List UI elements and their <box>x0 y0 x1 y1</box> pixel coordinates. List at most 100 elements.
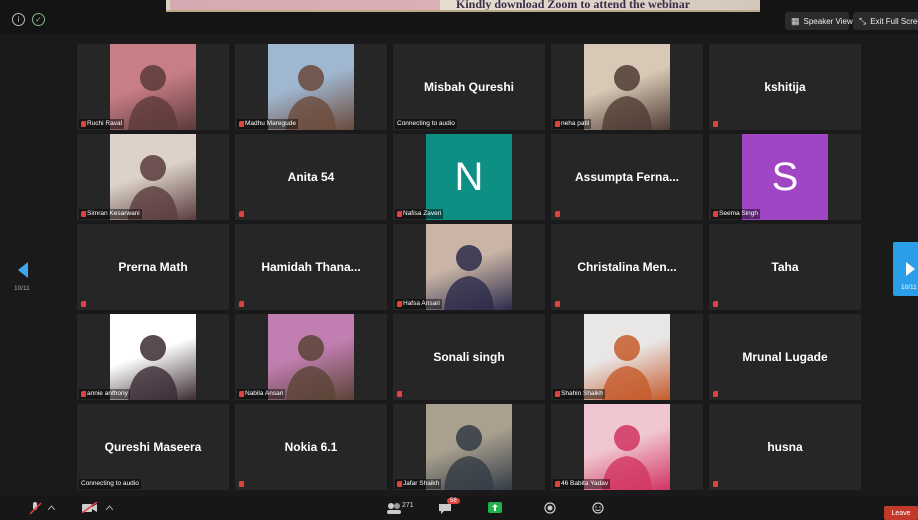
mic-muted-icon <box>81 391 86 397</box>
record-icon[interactable] <box>544 502 556 514</box>
participant-tile[interactable]: husna <box>709 404 861 490</box>
participant-label: Hafsa Ansari <box>395 299 442 309</box>
exit-full-screen-button[interactable]: ⤡ Exit Full Screen <box>853 12 918 30</box>
mic-muted-icon <box>713 391 718 397</box>
participant-label: Shahin Shaikh <box>553 389 605 399</box>
reactions-icon[interactable] <box>592 502 604 514</box>
participant-tile[interactable]: Nabila Ansari <box>235 314 387 400</box>
leave-button[interactable]: Leave <box>884 506 918 520</box>
mic-status <box>553 209 563 219</box>
participant-tile[interactable]: Hafsa Ansari <box>393 224 545 310</box>
person-silhouette-icon <box>286 65 336 130</box>
person-silhouette-icon <box>128 155 178 220</box>
start-video-icon[interactable] <box>82 502 98 513</box>
participant-tile[interactable]: annie anthony <box>77 314 229 400</box>
previous-page-button[interactable]: 10/11 <box>12 258 36 298</box>
participant-name: Hamidah Thana... <box>261 260 361 274</box>
participant-name: Assumpta Ferna... <box>574 170 680 184</box>
participant-tile[interactable]: Jafar Shaikh <box>393 404 545 490</box>
audio-status-text: Connecting to audio <box>397 120 455 127</box>
participant-label: Nabila Ansari <box>237 389 286 399</box>
participant-label: Simran Kesarwani <box>79 209 142 219</box>
participant-tile[interactable]: Misbah Qureshi Connecting to audio <box>393 44 545 130</box>
participant-video <box>584 44 670 130</box>
person-silhouette-icon <box>602 335 652 400</box>
share-screen-icon[interactable] <box>488 502 502 514</box>
participant-label: Ruchi Raval <box>79 119 125 129</box>
participant-tile[interactable]: Taha <box>709 224 861 310</box>
participant-label-text: 46 Babita Yadav <box>561 480 609 487</box>
participant-tile[interactable]: Sonali singh <box>393 314 545 400</box>
chevron-up-icon[interactable] <box>106 505 113 510</box>
participant-video <box>584 404 670 490</box>
participant-name: Sonali singh <box>433 350 505 364</box>
participant-tile[interactable]: Simran Kesarwani <box>77 134 229 220</box>
participant-tile[interactable]: Qureshi Maseera Connecting to audio <box>77 404 229 490</box>
chat-icon[interactable] <box>438 503 452 515</box>
arrow-left-icon <box>18 262 28 278</box>
unmute-icon[interactable] <box>28 501 42 515</box>
mic-muted-icon <box>239 121 244 127</box>
page-indicator-left: 10/11 <box>14 285 30 292</box>
mic-muted-icon <box>81 121 86 127</box>
participant-video <box>268 314 354 400</box>
participant-label-text: Seema Singh <box>719 210 759 217</box>
participant-tile[interactable]: Anita 54 <box>235 134 387 220</box>
participant-name: Anita 54 <box>287 170 335 184</box>
participant-label-text: Jafar Shaikh <box>403 480 440 487</box>
mic-status <box>711 479 721 489</box>
mic-muted-icon <box>81 211 86 217</box>
mic-muted-icon <box>555 121 560 127</box>
participant-tile[interactable]: Madhu Maregude <box>235 44 387 130</box>
participant-tile[interactable]: Prerna Math <box>77 224 229 310</box>
participant-label-text: Simran Kesarwani <box>87 210 140 217</box>
participant-tile[interactable]: S Seema Singh <box>709 134 861 220</box>
mic-muted-icon <box>713 481 718 487</box>
participants-count: 271 <box>402 502 414 509</box>
participants-icon[interactable] <box>386 502 402 514</box>
audio-status: Connecting to audio <box>395 119 457 129</box>
chevron-up-icon[interactable] <box>48 505 55 510</box>
mic-muted-icon <box>239 301 244 307</box>
mic-status <box>553 299 563 309</box>
participant-tile[interactable]: Shahin Shaikh <box>551 314 703 400</box>
participant-tile[interactable]: Christalina Men... <box>551 224 703 310</box>
participant-label-text: neha patil <box>561 120 590 127</box>
person-silhouette-icon <box>602 425 652 490</box>
mic-muted-icon <box>397 481 402 487</box>
participant-video <box>110 134 196 220</box>
shield-icon[interactable]: ✓ <box>32 13 45 26</box>
participant-name: Nokia 6.1 <box>284 440 338 454</box>
mic-status <box>711 119 721 129</box>
mic-muted-icon <box>555 391 560 397</box>
next-page-button[interactable]: 10/11 <box>893 242 918 296</box>
participant-label-text: Nabila Ansari <box>245 390 284 397</box>
participant-tile[interactable]: 46 Babita Yadav <box>551 404 703 490</box>
participant-tile[interactable]: Ruchi Raval <box>77 44 229 130</box>
participant-tile[interactable]: neha patil <box>551 44 703 130</box>
speaker-view-button[interactable]: ▦ Speaker View <box>785 12 853 30</box>
participant-avatar: S <box>742 134 828 220</box>
participant-tile[interactable]: Assumpta Ferna... <box>551 134 703 220</box>
person-silhouette-icon <box>128 65 178 130</box>
participant-label: Madhu Maregude <box>237 119 298 129</box>
participant-tile[interactable]: Hamidah Thana... <box>235 224 387 310</box>
person-silhouette-icon <box>286 335 336 400</box>
participant-tile[interactable]: N Nafisa Zaveri <box>393 134 545 220</box>
participant-tile[interactable]: kshitija <box>709 44 861 130</box>
info-icon[interactable]: i <box>12 13 25 26</box>
participant-label: Jafar Shaikh <box>395 479 442 489</box>
arrow-right-icon <box>906 262 915 276</box>
mic-status <box>237 209 247 219</box>
shared-screen-banner: Kindly download Zoom to attend the webin… <box>166 0 760 12</box>
participant-name: Prerna Math <box>118 260 188 274</box>
participant-tile[interactable]: Mrunal Lugade <box>709 314 861 400</box>
mic-status <box>237 299 247 309</box>
mic-muted-icon <box>555 211 560 217</box>
chat-badge: 58 <box>447 498 460 504</box>
participant-video <box>426 224 512 310</box>
participant-tile[interactable]: Nokia 6.1 <box>235 404 387 490</box>
banner-decoration <box>170 0 440 10</box>
participant-video <box>426 404 512 490</box>
participant-name: Qureshi Maseera <box>104 440 202 454</box>
